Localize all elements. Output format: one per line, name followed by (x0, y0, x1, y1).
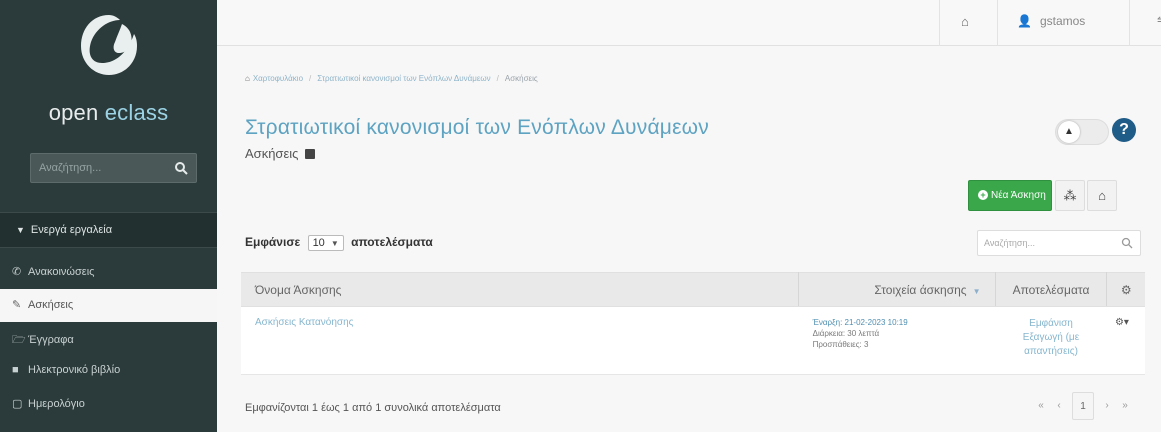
column-header-details[interactable]: Στοιχεία άσκησης ▼ (798, 272, 996, 307)
bank-icon: ⌂ (1098, 188, 1106, 203)
sidebar-search-placeholder: Αναζήτηση... (39, 162, 102, 174)
graduation-cap-icon: ▲ (1058, 121, 1080, 143)
chevron-down-icon: ▼ (16, 225, 25, 235)
user-icon: 👤 (1017, 14, 1032, 28)
edit-icon: ✎ (12, 299, 22, 311)
settings-toggle-icon[interactable]: ⇋ (1157, 13, 1161, 27)
sidebar-item-ebook[interactable]: ■ Ηλεκτρονικό βιβλίο (0, 355, 217, 388)
exercises-table: Όνομα Άσκησης Στοιχεία άσκησης ▼ Αποτελέσ… (241, 272, 1145, 375)
question-bank-button[interactable]: ⁂ (1055, 180, 1085, 211)
new-exercise-label: Νέα Άσκηση (991, 190, 1046, 201)
column-header-name[interactable]: Όνομα Άσκησης (241, 272, 800, 307)
exercise-actions-cell: ⚙▾ (1106, 306, 1145, 375)
book-icon: ■ (12, 364, 19, 376)
exercise-duration: Διάρκεια: 30 λεπτά (812, 329, 880, 338)
page-subtitle-text: Ασκήσεις (245, 146, 299, 161)
sidebar-item-documents[interactable]: 🗁 Έγγραφα (0, 322, 217, 355)
topbar-divider (1129, 0, 1130, 46)
pagination-current-page[interactable]: 1 (1072, 392, 1094, 420)
breadcrumb: ⌂ Χαρτοφυλάκιο / Στρατιωτικοί κανονισμοί τω… (245, 74, 538, 83)
column-header-results[interactable]: Αποτελέσματα (995, 272, 1108, 307)
gear-dropdown-icon[interactable]: ⚙▾ (1115, 317, 1129, 328)
table-header-row: Όνομα Άσκησης Στοιχεία άσκησης ▼ Αποτελέσ… (241, 272, 1145, 307)
breadcrumb-portfolio[interactable]: Χαρτοφυλάκιο (253, 74, 303, 83)
gears-icon: ⚙ (1120, 282, 1132, 297)
pagination-prev-icon[interactable]: ‹ (1050, 392, 1068, 420)
sort-desc-icon: ▼ (972, 286, 981, 296)
column-header-label: Αποτελέσματα (1012, 282, 1090, 297)
page-size-select[interactable]: 10 ▼ (307, 235, 344, 251)
institution-icon[interactable]: ⌂ (1087, 180, 1117, 211)
sidebar-item-label: Ανακοινώσεις (28, 266, 95, 278)
breadcrumb-course[interactable]: Στρατιωτικοί κανονισμοί των Ενόπλων Δυνά… (317, 74, 490, 83)
exercise-results-cell: Εμφάνιση Εξαγωγή (με απαντήσεις) (995, 306, 1107, 375)
user-menu[interactable]: 👤 gstamos (1017, 14, 1085, 28)
plus-circle-icon: + (978, 190, 988, 200)
pagination-first-icon[interactable]: « (1032, 392, 1050, 420)
sidebar-item-label: Έγγραφα (28, 334, 74, 346)
sidebar-item-label: Ασκήσεις (28, 299, 74, 311)
logo-area: open eclass Αναζήτηση... (0, 0, 217, 190)
logo-text: open eclass (0, 100, 217, 126)
show-prefix: Εμφάνισε (245, 235, 301, 249)
breadcrumb-current: Ασκήσεις (504, 74, 538, 83)
username: gstamos (1039, 14, 1086, 28)
sidebar-item-label: Ημερολόγιο (28, 398, 85, 410)
exercise-link[interactable]: Ασκήσεις Κατανόησης (241, 317, 353, 328)
sidebar-item-label: Ηλεκτρονικό βιβλίο (28, 364, 121, 376)
calendar-icon[interactable] (305, 149, 316, 159)
column-header-label: Στοιχεία άσκησης (874, 282, 967, 297)
exercise-attempts: Προσπάθειες: 3 (812, 340, 869, 349)
search-icon (1121, 237, 1133, 249)
export-results-link-line1[interactable]: Εξαγωγή (με (995, 331, 1107, 345)
sidebar-section-label: Ενεργά εργαλεία (30, 224, 113, 236)
logo-text-prefix: open (48, 100, 105, 125)
page-size-value: 10 (312, 237, 325, 249)
page-subtitle: Ασκήσεις (245, 146, 316, 161)
table-search-placeholder: Αναζήτηση... (984, 238, 1035, 248)
column-header-tools: ⚙ (1106, 272, 1145, 307)
student-view-toggle[interactable]: ▲ (1055, 119, 1109, 145)
open-eclass-logo-icon (81, 15, 137, 75)
export-results-link-line2[interactable]: απαντήσεις) (995, 345, 1107, 359)
new-exercise-button[interactable]: + Νέα Άσκηση (968, 180, 1052, 211)
help-icon[interactable]: ? (1112, 118, 1136, 142)
calendar-icon: ▢ (12, 398, 23, 410)
show-results-link[interactable]: Εμφάνιση (995, 317, 1107, 331)
sidebar-item-calendar[interactable]: ▢ Ημερολόγιο (0, 388, 217, 421)
column-header-label: Όνομα Άσκησης (255, 282, 342, 297)
pagination-last-icon[interactable]: » (1116, 392, 1134, 420)
search-icon[interactable] (174, 161, 188, 175)
top-navbar: ⌂ 👤 gstamos ⇋ (217, 0, 1161, 46)
table-info: Εμφανίζονται 1 έως 1 από 1 συνολικά αποτ… (245, 402, 501, 414)
sidebar-item-exercises[interactable]: ✎ Ασκήσεις (0, 289, 217, 322)
main-content: ⌂ Χαρτοφυλάκιο / Στρατιωτικοί κανονισμοί τω… (217, 46, 1161, 432)
sidebar-section-active-tools[interactable]: ▼ Ενεργά εργαλεία (0, 212, 217, 248)
topbar-divider (997, 0, 998, 46)
exercise-details-cell: Έναρξη: 21-02-2023 10:19 Διάρκεια: 30 λε… (798, 306, 996, 375)
topbar-divider (939, 0, 940, 46)
sidebar-item-announcements[interactable]: ✆ Ανακοινώσεις (0, 256, 217, 289)
sidebar-search-input[interactable]: Αναζήτηση... (30, 153, 197, 183)
bullhorn-icon: ✆ (12, 266, 22, 278)
exercise-name-cell: Ασκήσεις Κατανόησης (241, 306, 799, 375)
breadcrumb-separator: / (309, 74, 312, 83)
sidebar: open eclass Αναζήτηση... ▼ Ενεργά εργαλεί… (0, 0, 217, 432)
table-search-input[interactable]: Αναζήτηση... (977, 230, 1141, 256)
table-row: Ασκήσεις Κατανόησης Έναρξη: 21-02-2023 1… (241, 306, 1145, 375)
exercise-start: Έναρξη: 21-02-2023 10:19 (812, 318, 908, 327)
show-suffix: αποτελέσματα (351, 235, 433, 249)
page-size-control: Εμφάνισε 10 ▼ αποτελέσματα (245, 235, 433, 251)
home-icon[interactable]: ⌂ (961, 14, 969, 29)
chevron-down-icon: ▼ (330, 239, 339, 248)
home-icon: ⌂ (245, 74, 250, 83)
cubes-icon: ⁂ (1063, 188, 1077, 203)
pagination-next-icon[interactable]: › (1098, 392, 1116, 420)
breadcrumb-separator: / (496, 74, 499, 83)
course-title[interactable]: Στρατιωτικοί κανονισμοί των Ενόπλων Δυνά… (245, 116, 709, 140)
logo-text-accent: eclass (104, 100, 169, 125)
folder-open-icon: 🗁 (12, 334, 26, 346)
